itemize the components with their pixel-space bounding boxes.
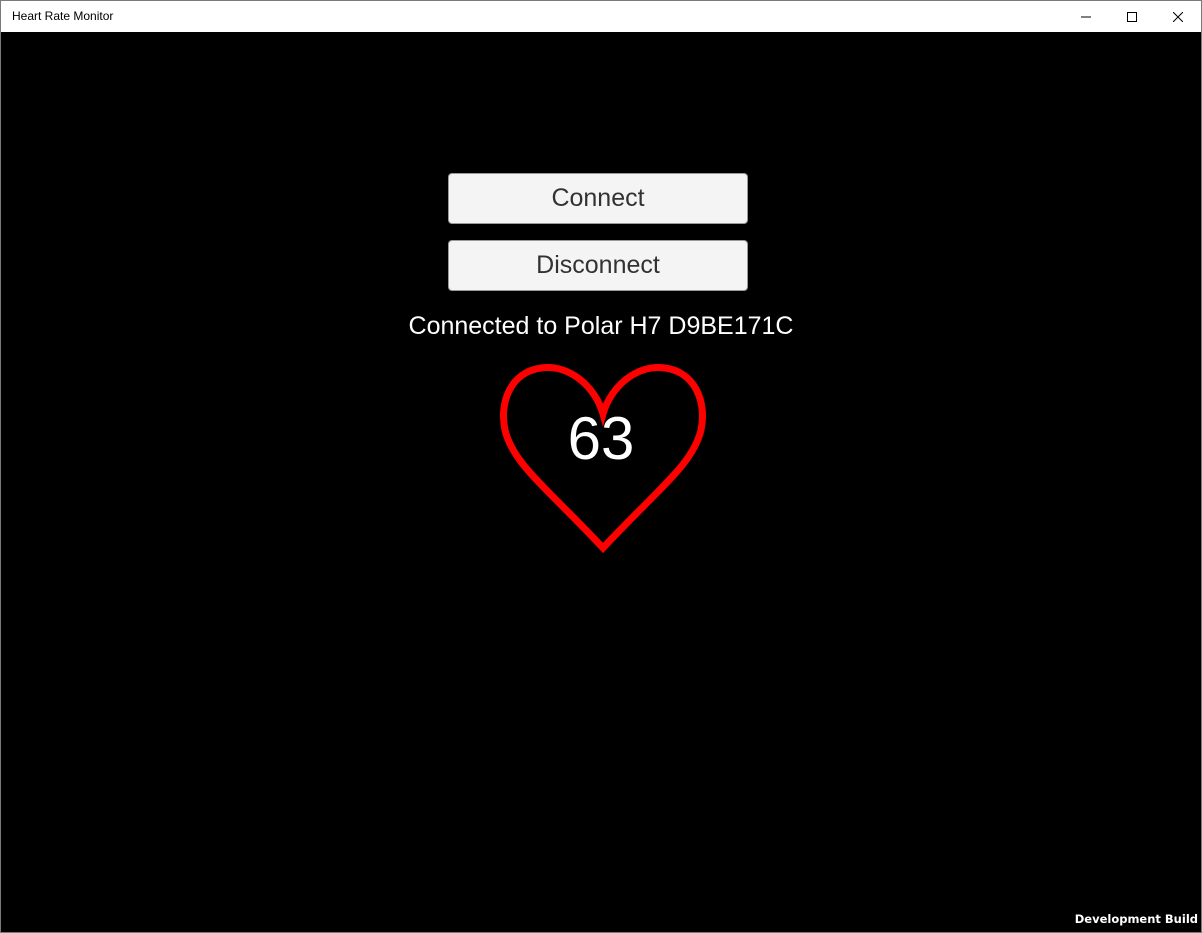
maximize-button[interactable] (1109, 1, 1155, 32)
close-button[interactable] (1155, 1, 1201, 32)
title-bar[interactable]: Heart Rate Monitor (1, 1, 1201, 32)
app-content: Connect Disconnect Connected to Polar H7… (1, 32, 1201, 932)
disconnect-button[interactable]: Disconnect (448, 240, 748, 291)
window-title: Heart Rate Monitor (12, 9, 114, 23)
minimize-icon (1081, 16, 1091, 17)
connect-button[interactable]: Connect (448, 173, 748, 224)
app-window: Heart Rate Monitor Connect Disconnect Co… (0, 0, 1202, 933)
maximize-icon (1127, 11, 1137, 22)
close-icon (1173, 11, 1183, 22)
development-build-label: Development Build (1074, 912, 1198, 926)
heart-rate-value: 63 (567, 405, 635, 472)
minimize-button[interactable] (1063, 1, 1109, 32)
window-controls (1063, 1, 1201, 32)
connection-status: Connected to Polar H7 D9BE171C (408, 312, 794, 340)
